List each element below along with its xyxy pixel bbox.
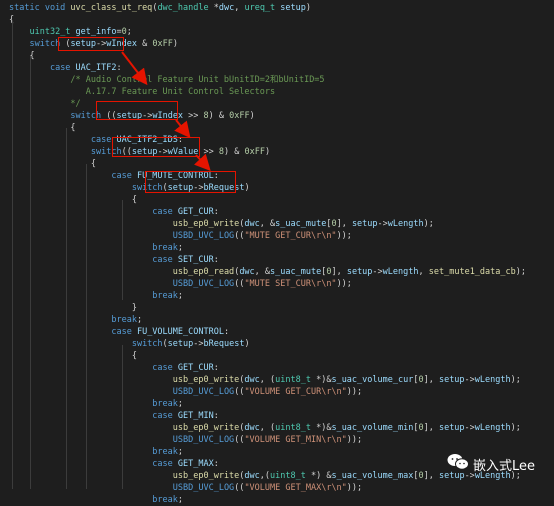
code-editor[interactable]: static void uvc_class_ut_req(dwc_handle … xyxy=(0,0,554,505)
arrow-3 xyxy=(193,153,211,171)
annotation-arrows xyxy=(121,51,211,171)
arrow-2 xyxy=(174,119,191,139)
arrow-1 xyxy=(121,51,148,86)
code-token: ; xyxy=(177,495,184,505)
code-line: break; xyxy=(9,494,183,506)
code-token: break xyxy=(152,495,178,505)
watermark-text: 嵌入式Lee xyxy=(473,458,536,474)
wechat-icon xyxy=(447,453,469,475)
watermark: 嵌入式Lee xyxy=(447,452,535,476)
